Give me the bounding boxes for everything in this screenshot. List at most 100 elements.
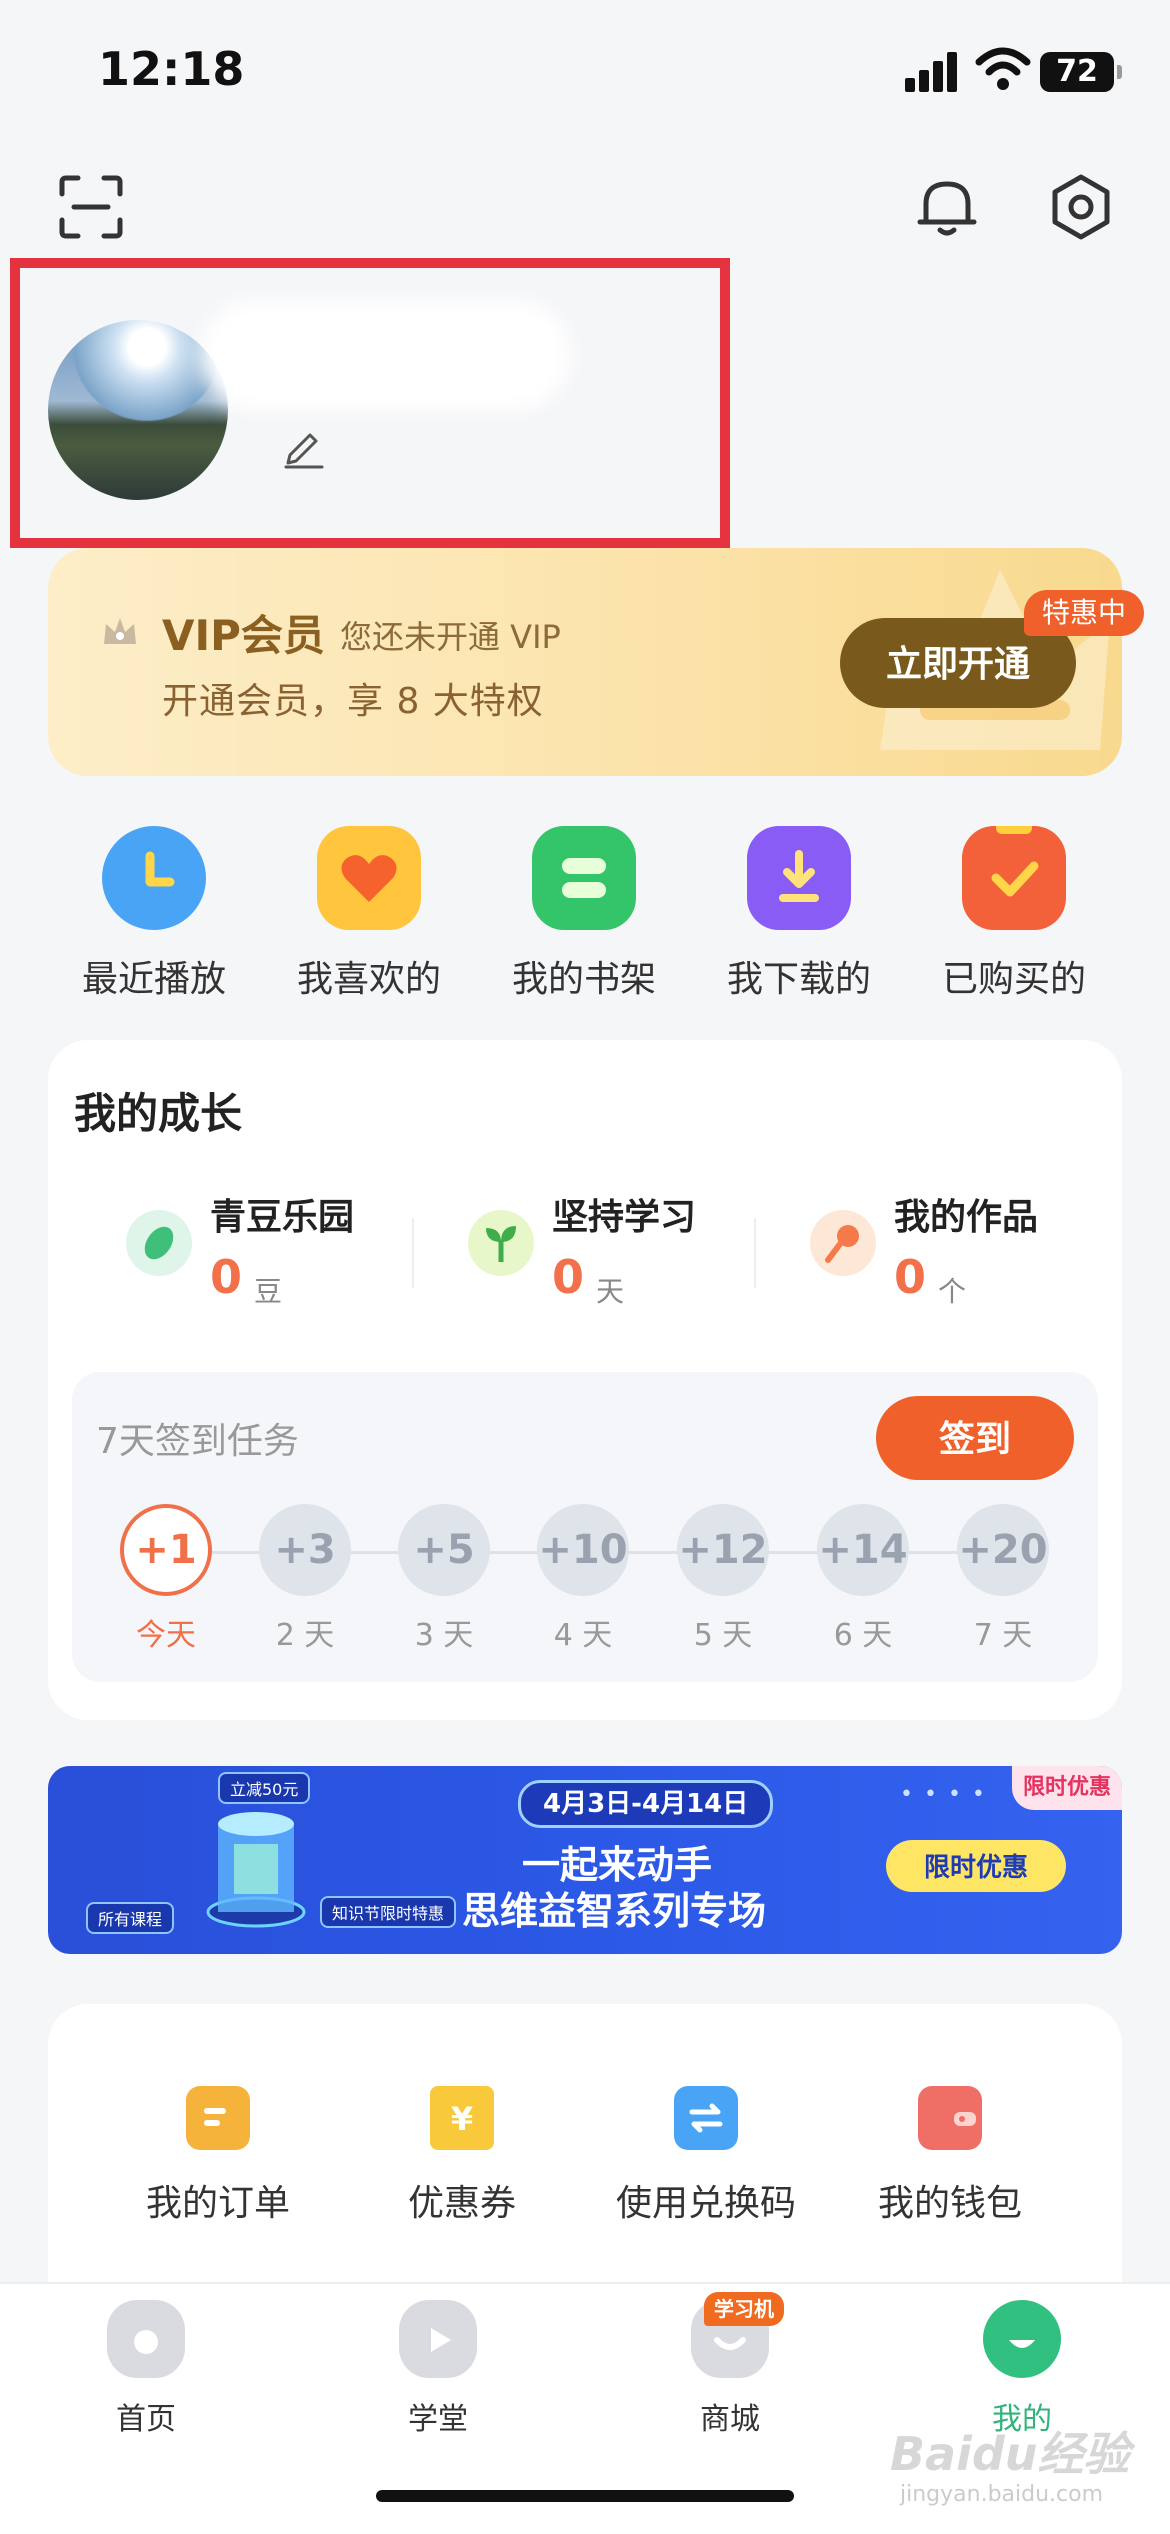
day-label: 6 天: [833, 1618, 893, 1653]
shortcut-purchased[interactable]: 已购买的: [914, 820, 1114, 1002]
service-coupons[interactable]: ¥ 优惠券: [342, 2086, 582, 2226]
service-wallet[interactable]: 我的钱包: [830, 2086, 1070, 2226]
stat-name: 青豆乐园: [210, 1197, 355, 1238]
shortcut-label: 我喜欢的: [296, 959, 441, 1000]
stat-value: 0: [894, 1250, 927, 1304]
service-label: 我的订单: [145, 2183, 290, 2224]
service-label: 使用兑换码: [615, 2183, 796, 2224]
microphone-icon: [810, 1210, 876, 1276]
stat-study-days[interactable]: 坚持学习 0 天: [468, 1188, 798, 1318]
svg-text:¥: ¥: [451, 2100, 473, 2138]
wallet-icon: [918, 2086, 982, 2150]
day-label: 7 天: [973, 1618, 1033, 1653]
day-label: 4 天: [553, 1618, 613, 1653]
banner-dots-decoration: • • • •: [900, 1782, 987, 1807]
day-points: +14: [817, 1504, 909, 1596]
check-bag-icon: [962, 820, 1066, 930]
growth-title: 我的成长: [74, 1089, 243, 1138]
shortcut-favorites[interactable]: 我喜欢的: [269, 826, 469, 1002]
vip-promo-tag: 特惠中: [1024, 590, 1145, 636]
day-label: 5 天: [693, 1618, 753, 1653]
tab-label: 学堂: [408, 2402, 468, 2437]
settings-gear-icon[interactable]: [1046, 172, 1116, 242]
stat-name: 我的作品: [894, 1197, 1039, 1238]
coupon-icon: ¥: [430, 2086, 494, 2150]
shortcut-label: 我的书架: [511, 959, 656, 1000]
stat-unit: 天: [596, 1275, 625, 1308]
checkin-button[interactable]: 签到: [876, 1396, 1074, 1480]
stat-value: 0: [210, 1250, 243, 1304]
tab-school[interactable]: 学堂: [348, 2300, 528, 2438]
watermark: Baidu经验: [890, 2427, 1130, 2481]
shortcut-downloads[interactable]: 我下载的: [699, 826, 899, 1002]
divider: [412, 1218, 414, 1288]
shortcut-bookshelf[interactable]: 我的书架: [484, 826, 684, 1002]
order-icon: [186, 2086, 250, 2150]
checkin-day: +14 6 天: [793, 1504, 933, 1654]
service-label: 优惠券: [407, 2183, 516, 2224]
stat-beans[interactable]: 青豆乐园 0 豆: [126, 1188, 456, 1318]
shortcut-label: 已购买的: [941, 959, 1086, 1000]
heart-icon: [317, 826, 421, 930]
checkin-day: +1 今天: [96, 1504, 236, 1654]
play-tv-icon: [399, 2300, 477, 2378]
wifi-icon: [975, 47, 1031, 90]
tab-label: 首页: [116, 2402, 176, 2437]
home-indicator[interactable]: [376, 2490, 794, 2502]
clock-icon: [102, 826, 206, 930]
cube-cylinder-illustration-icon: [206, 1812, 306, 1928]
day-points: +1: [120, 1504, 212, 1596]
status-time: 12:18: [98, 42, 245, 96]
scan-icon[interactable]: [56, 172, 126, 242]
download-icon: [747, 826, 851, 930]
profile-face-icon: [983, 2300, 1061, 2378]
cellular-signal-icon: [905, 52, 961, 92]
bookshelf-icon: [532, 826, 636, 930]
checkin-day: +20 7 天: [933, 1504, 1073, 1654]
day-points: +10: [537, 1504, 629, 1596]
shortcut-recent-play[interactable]: 最近播放: [54, 826, 254, 1002]
vip-status: 您还未开通 VIP: [340, 618, 561, 656]
checkin-title: 7天签到任务: [96, 1421, 299, 1462]
watermark-url: jingyan.baidu.com: [900, 2482, 1104, 2507]
stat-unit: 个: [938, 1275, 967, 1308]
checkin-day: +5 3 天: [374, 1504, 514, 1654]
stat-value: 0: [552, 1250, 585, 1304]
stat-name: 坚持学习: [552, 1197, 697, 1238]
vip-crown-icon: [104, 618, 136, 644]
day-label: 今天: [136, 1618, 196, 1653]
stat-unit: 豆: [254, 1275, 283, 1308]
banner-offer-button[interactable]: 限时优惠: [886, 1840, 1066, 1892]
highlight-box: [10, 258, 730, 548]
day-points: +3: [259, 1504, 351, 1596]
stat-works[interactable]: 我的作品 0 个: [810, 1188, 1140, 1318]
service-redeem-code[interactable]: 使用兑换码: [586, 2086, 826, 2226]
checkin-day: +10 4 天: [513, 1504, 653, 1654]
checkin-day: +3 2 天: [235, 1504, 375, 1654]
tab-home[interactable]: 首页: [56, 2300, 236, 2438]
notification-bell-icon[interactable]: [912, 172, 982, 242]
shortcut-label: 我下载的: [726, 959, 871, 1000]
banner-chip: 知识节限时特惠: [320, 1896, 457, 1928]
banner-chip: 所有课程: [86, 1902, 175, 1934]
tab-label: 商城: [700, 2402, 760, 2437]
shortcut-label: 最近播放: [81, 959, 226, 1000]
banner-tag: 限时优惠: [1012, 1766, 1122, 1810]
banner-date: 4月3日-4月14日: [518, 1780, 774, 1828]
day-label: 2 天: [275, 1618, 335, 1653]
home-icon: [107, 2300, 185, 2378]
vip-title: VIP会员: [162, 611, 325, 660]
battery-indicator: 72: [1040, 52, 1122, 92]
bean-icon: [126, 1210, 192, 1276]
day-label: 3 天: [414, 1618, 474, 1653]
day-points: +20: [957, 1504, 1049, 1596]
shop-badge: 学习机: [704, 2292, 784, 2326]
divider: [754, 1218, 756, 1288]
banner-chip: 立减50元: [218, 1772, 311, 1804]
checkin-day: +12 5 天: [653, 1504, 793, 1654]
sprout-icon: [468, 1210, 534, 1276]
day-points: +12: [677, 1504, 769, 1596]
day-points: +5: [398, 1504, 490, 1596]
service-orders[interactable]: 我的订单: [98, 2086, 338, 2226]
exchange-icon: [674, 2086, 738, 2150]
